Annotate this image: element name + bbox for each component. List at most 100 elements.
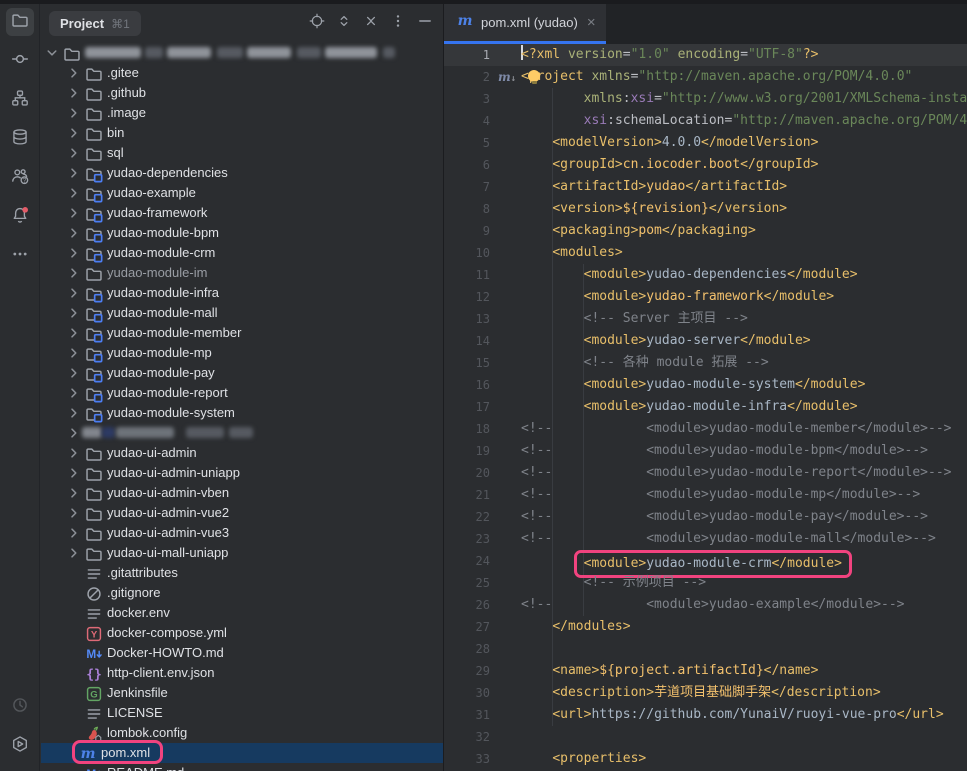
tree-row-.image[interactable]: .image bbox=[41, 103, 443, 123]
code-line-19: 19<!-- <module>yudao-module-bpm</module>… bbox=[444, 440, 967, 462]
chevron-right-icon[interactable] bbox=[66, 65, 82, 81]
svg-text:{}: {} bbox=[86, 668, 102, 683]
tree-row-LICENSE[interactable]: LICENSE bbox=[41, 703, 443, 723]
activity-item-notifications[interactable] bbox=[6, 203, 34, 231]
activity-item-profiler[interactable] bbox=[6, 693, 34, 721]
chevron-right-icon[interactable] bbox=[66, 405, 82, 421]
chevron-right-icon[interactable] bbox=[66, 325, 82, 341]
chevron-right-icon[interactable] bbox=[66, 505, 82, 521]
tree-row-yudao-ui-admin-vue3[interactable]: yudao-ui-admin-vue3 bbox=[41, 523, 443, 543]
commit-icon bbox=[11, 50, 29, 73]
tree-row-redacted[interactable] bbox=[41, 43, 443, 63]
chevron-right-icon[interactable] bbox=[66, 525, 82, 541]
activity-item-project[interactable] bbox=[6, 8, 34, 36]
chevron-right-icon[interactable] bbox=[66, 305, 82, 321]
activity-item-more-tool-windows[interactable] bbox=[6, 242, 34, 270]
line-number: 8 bbox=[444, 198, 490, 220]
tree-row-yudao-module-im[interactable]: yudao-module-im bbox=[41, 263, 443, 283]
tree-row-yudao-module-report[interactable]: yudao-module-report bbox=[41, 383, 443, 403]
maven-sync-gutter-icon[interactable]: m↓ bbox=[498, 66, 516, 90]
chevron-right-icon[interactable] bbox=[66, 165, 82, 181]
tree-item-label: .github bbox=[107, 85, 146, 101]
tree-row-Docker-HOWTO.md[interactable]: MDocker-HOWTO.md bbox=[41, 643, 443, 663]
tree-row-.gitignore[interactable]: .gitignore bbox=[41, 583, 443, 603]
tree-row-.gitattributes[interactable]: .gitattributes bbox=[41, 563, 443, 583]
chevron-right-icon[interactable] bbox=[66, 105, 82, 121]
tree-item-label: yudao-module-mp bbox=[107, 345, 212, 361]
chevron-right-icon[interactable] bbox=[66, 265, 82, 281]
code-text: xmlns:xsi="http://www.w3.org/2001/XMLSch… bbox=[521, 88, 967, 110]
tree-row-yudao-module-system[interactable]: yudao-module-system bbox=[41, 403, 443, 423]
tree-row-Jenkinsfile[interactable]: GJenkinsfile bbox=[41, 683, 443, 703]
tree-row-sql[interactable]: sql bbox=[41, 143, 443, 163]
chevron-right-icon[interactable] bbox=[66, 205, 82, 221]
chevron-right-icon[interactable] bbox=[66, 125, 82, 141]
close-icon[interactable]: × bbox=[587, 15, 596, 30]
tree-row-yudao-ui-mall-uniapp[interactable]: yudao-ui-mall-uniapp bbox=[41, 543, 443, 563]
chevron-right-icon[interactable] bbox=[66, 145, 82, 161]
chevron-right-icon[interactable] bbox=[66, 245, 82, 261]
activity-item-database[interactable] bbox=[6, 125, 34, 153]
tree-row-yudao-ui-admin[interactable]: yudao-ui-admin bbox=[41, 443, 443, 463]
project-title: Project bbox=[60, 16, 104, 31]
chevron-right-icon[interactable] bbox=[66, 445, 82, 461]
tree-row-yudao-ui-admin-vben[interactable]: yudao-ui-admin-vben bbox=[41, 483, 443, 503]
toolbar-locate-file-button[interactable] bbox=[309, 16, 325, 32]
tree-row-yudao-ui-admin-vue2[interactable]: yudao-ui-admin-vue2 bbox=[41, 503, 443, 523]
tree-row-.github[interactable]: .github bbox=[41, 83, 443, 103]
tree-row-yudao-ui-admin-uniapp[interactable]: yudao-ui-admin-uniapp bbox=[41, 463, 443, 483]
toolbar-collapse-all-button[interactable] bbox=[363, 16, 379, 32]
activity-item-structure[interactable] bbox=[6, 86, 34, 114]
tree-row-yudao-example[interactable]: yudao-example bbox=[41, 183, 443, 203]
chevron-down-icon[interactable] bbox=[44, 45, 60, 61]
code-line-29: 29 <name>${project.artifactId}</name> bbox=[444, 660, 967, 682]
project-tool-button[interactable]: Project ⌘1 bbox=[49, 11, 141, 36]
code-text: <!-- <module>yudao-module-mp</module>--> bbox=[521, 484, 920, 506]
annotation-box: mpom.xml bbox=[72, 740, 163, 764]
chevron-right-icon[interactable] bbox=[66, 185, 82, 201]
chevron-right-icon[interactable] bbox=[66, 385, 82, 401]
chevron-right-icon[interactable] bbox=[66, 345, 82, 361]
editor-tab-pom[interactable]: m pom.xml (yudao) × bbox=[444, 4, 606, 41]
chevron-right-icon[interactable] bbox=[66, 365, 82, 381]
activity-item-learn[interactable]: ? bbox=[6, 164, 34, 192]
tree-row-yudao-module-crm[interactable]: yudao-module-crm bbox=[41, 243, 443, 263]
tree-row-yudao-module-infra[interactable]: yudao-module-infra bbox=[41, 283, 443, 303]
tree-row-yudao-module-mp[interactable]: yudao-module-mp bbox=[41, 343, 443, 363]
toolbar-hide-panel-button[interactable] bbox=[417, 16, 433, 32]
tree-row-http-client.env.json[interactable]: {}http-client.env.json bbox=[41, 663, 443, 683]
tree-row-yudao-dependencies[interactable]: yudao-dependencies bbox=[41, 163, 443, 183]
tree-row-yudao-framework[interactable]: yudao-framework bbox=[41, 203, 443, 223]
toolbar-expand-collapse-button[interactable] bbox=[336, 16, 352, 32]
toolbar-options-button[interactable] bbox=[390, 16, 406, 32]
chevron-right-icon[interactable] bbox=[66, 465, 82, 481]
redacted-blob bbox=[217, 47, 243, 58]
code-text: <description>芋道项目基础脚手架</description> bbox=[521, 682, 881, 704]
tree-row-bin[interactable]: bin bbox=[41, 123, 443, 143]
tree-row-docker-compose.yml[interactable]: Ydocker-compose.yml bbox=[41, 623, 443, 643]
tree-row-redacted[interactable] bbox=[41, 423, 443, 443]
chevron-right-icon[interactable] bbox=[66, 285, 82, 301]
tree-row-yudao-module-pay[interactable]: yudao-module-pay bbox=[41, 363, 443, 383]
chevron-right-icon[interactable] bbox=[66, 545, 82, 561]
line-number: 11 bbox=[444, 264, 490, 286]
tree-row-docker.env[interactable]: docker.env bbox=[41, 603, 443, 623]
chevron-right-icon[interactable] bbox=[66, 225, 82, 241]
tree-row-.gitee[interactable]: .gitee bbox=[41, 63, 443, 83]
activity-item-commit[interactable] bbox=[6, 47, 34, 75]
tree-row-yudao-module-mall[interactable]: yudao-module-mall bbox=[41, 303, 443, 323]
intention-bulb-icon[interactable] bbox=[528, 70, 540, 82]
editor-tab-bar: m pom.xml (yudao) × bbox=[444, 0, 967, 44]
module-folder-file-icon bbox=[85, 165, 101, 181]
line-number: 22 bbox=[444, 506, 490, 528]
tree-row-yudao-module-bpm[interactable]: yudao-module-bpm bbox=[41, 223, 443, 243]
tree-row-README.md[interactable]: MREADME.md bbox=[41, 763, 443, 771]
chevron-right-icon[interactable] bbox=[66, 485, 82, 501]
chevron-right-icon[interactable] bbox=[66, 425, 82, 441]
activity-item-services[interactable] bbox=[6, 732, 34, 760]
tree-row-yudao-module-member[interactable]: yudao-module-member bbox=[41, 323, 443, 343]
chevron-right-icon[interactable] bbox=[66, 85, 82, 101]
tree-row-pom.xml[interactable]: mpom.xml bbox=[41, 743, 443, 763]
module-folder-file-icon bbox=[85, 245, 101, 261]
people-help-icon: ? bbox=[11, 167, 29, 190]
